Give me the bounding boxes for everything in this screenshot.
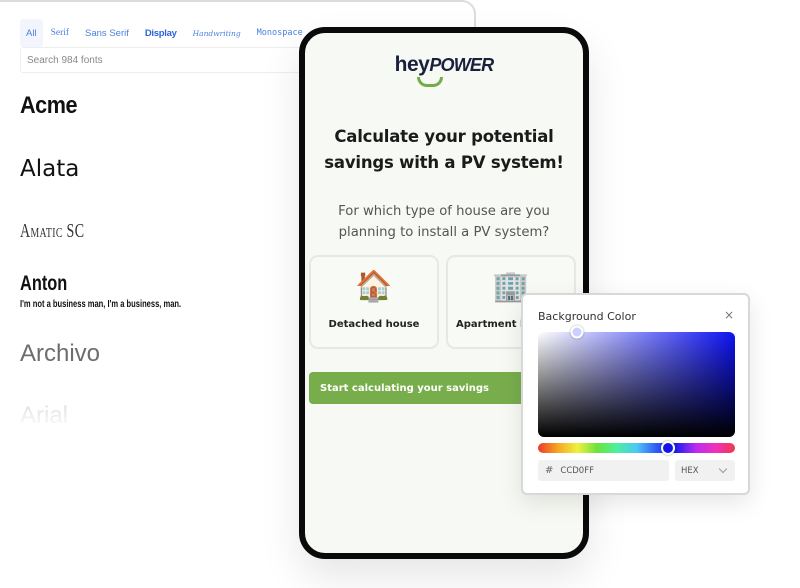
- color-picker-popover: Background Color × # CCD0FF HEX: [521, 293, 750, 495]
- hex-input[interactable]: # CCD0FF: [538, 460, 669, 481]
- tab-display[interactable]: Display: [137, 19, 185, 47]
- question-line-2: planning to install a PV system?: [338, 225, 550, 240]
- headline-line-1: Calculate your potential: [334, 127, 554, 146]
- logo-text-power: POWER: [429, 55, 494, 75]
- heypower-logo: heyPOWER: [305, 53, 583, 77]
- close-icon[interactable]: ×: [722, 308, 736, 322]
- logo-text-hey: hey: [394, 53, 430, 76]
- house-type-question: For which type of house are you planning…: [315, 201, 573, 243]
- font-item-archivo[interactable]: Archivo: [20, 340, 100, 368]
- font-item-anton[interactable]: Anton: [20, 272, 67, 296]
- font-search-input[interactable]: Search 984 fonts: [20, 47, 320, 73]
- font-item-amatic-sc[interactable]: Amatic SC: [20, 220, 84, 243]
- hex-value: CCD0FF: [560, 465, 594, 476]
- question-line-1: For which type of house are you: [338, 204, 550, 219]
- option-label: Detached house: [328, 319, 420, 330]
- hue-handle[interactable]: [661, 441, 676, 455]
- tab-serif[interactable]: Serif: [43, 19, 77, 47]
- house-icon: 🏠: [355, 269, 393, 304]
- format-value: HEX: [681, 465, 699, 476]
- color-picker-title: Background Color: [538, 310, 636, 323]
- tab-all[interactable]: All: [20, 19, 43, 47]
- tab-handwriting[interactable]: Handwriting: [185, 19, 249, 47]
- color-format-select[interactable]: HEX: [675, 460, 735, 481]
- headline-line-2: savings with a PV system!: [324, 153, 564, 172]
- saturation-handle[interactable]: [570, 325, 584, 339]
- font-item-acme[interactable]: Acme: [20, 92, 77, 120]
- font-sample-text: I'm not a business man, I'm a business, …: [20, 298, 182, 310]
- page-headline: Calculate your potential savings with a …: [315, 124, 573, 176]
- logo-smile-icon: [417, 77, 443, 87]
- saturation-value-area[interactable]: [538, 325, 735, 437]
- tab-sans-serif[interactable]: Sans Serif: [77, 19, 137, 47]
- hue-slider[interactable]: [538, 441, 735, 455]
- option-detached-house[interactable]: 🏠 Detached house: [309, 255, 439, 349]
- font-item-alata[interactable]: Alata: [20, 156, 79, 182]
- chevron-down-icon: [718, 464, 728, 474]
- font-category-tabs: All Serif Sans Serif Display Handwriting…: [20, 18, 311, 48]
- hash-icon: #: [545, 465, 554, 476]
- font-item-arial[interactable]: Arial: [20, 402, 68, 430]
